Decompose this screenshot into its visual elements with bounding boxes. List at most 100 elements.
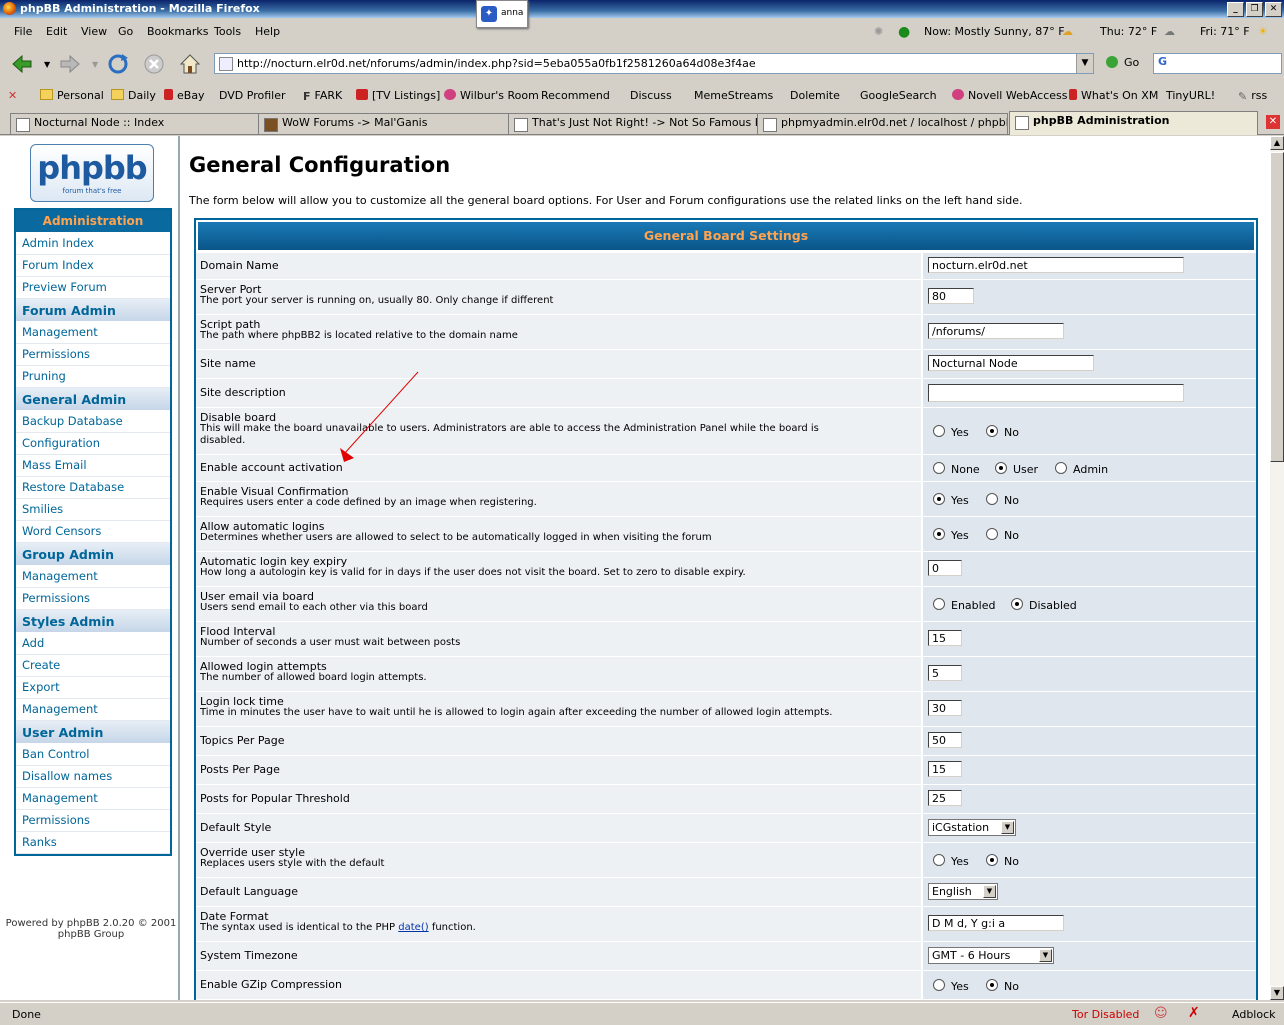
bookmark-discuss[interactable]: Discuss [630,89,672,238]
disable-board-radio-yes[interactable]: Yes [933,425,969,439]
minimize-button[interactable]: _ [1227,2,1244,17]
sidebar-item-mass-email[interactable]: Mass Email [16,455,170,477]
scrollbar-thumb[interactable] [1270,152,1284,462]
search-input[interactable]: G [1153,53,1282,74]
posts-for-popular-threshold-input[interactable]: 25 [928,790,962,806]
sidebar-item-ranks[interactable]: Ranks [16,832,170,854]
bookmark-googlesearch[interactable]: GoogleSearch [860,89,937,238]
menu-view[interactable]: View [81,25,107,38]
default-style-select[interactable]: iCGstation ▼ [928,819,1016,836]
radio-button[interactable] [986,493,998,505]
site-name-input[interactable]: Nocturnal Node [928,355,1094,371]
menu-bookmarks[interactable]: Bookmarks [147,25,208,38]
radio-button[interactable] [986,854,998,866]
allowed-login-attempts-input[interactable]: 5 [928,665,962,681]
sidebar-item-preview-forum[interactable]: Preview Forum [16,277,170,299]
radio-button[interactable] [986,425,998,437]
bookmark-tv-listings[interactable]: [TV Listings] [356,89,440,102]
flood-interval-input[interactable]: 15 [928,630,962,646]
menu-tools[interactable]: Tools [214,25,241,38]
chevron-down-icon[interactable]: ▼ [1001,821,1014,834]
radio-button[interactable] [995,462,1007,474]
scroll-down-icon[interactable]: ▼ [1270,986,1284,1000]
radio-button[interactable] [933,979,945,991]
tab-phpbb-administration[interactable]: phpBB Administration [1009,111,1258,135]
radio-button[interactable] [1055,462,1067,474]
default-language-select[interactable]: English ▼ [928,883,998,900]
phpbb-logo[interactable]: phpbb forum that's free [30,144,154,202]
back-icon[interactable] [10,52,34,76]
posts-per-page-input[interactable]: 15 [928,761,962,777]
sidebar-item-word-censors[interactable]: Word Censors [16,521,170,543]
bookmark-fark[interactable]: F FARK [303,89,342,103]
bookmark-personal[interactable]: Personal [40,89,104,102]
forward-icon[interactable] [58,52,82,76]
menu-edit[interactable]: Edit [46,25,67,38]
sidebar-item-pruning[interactable]: Pruning [16,366,170,388]
system-timezone-select[interactable]: GMT - 6 Hours ▼ [928,947,1054,964]
radio-button[interactable] [933,462,945,474]
sidebar-item-management[interactable]: Management [16,566,170,588]
maximize-button[interactable]: ❐ [1246,2,1263,17]
bookmark-wilburs-room[interactable]: Wilbur's Room [444,89,539,102]
bookmark-ebay[interactable]: eBay [164,89,205,102]
tab-nocturnal-node[interactable]: Nocturnal Node :: Index [10,113,259,134]
scroll-up-icon[interactable]: ▲ [1270,136,1284,150]
reload-icon[interactable] [106,52,130,76]
radio-button[interactable] [933,598,945,610]
tab-thats-just-not-right[interactable]: That's Just Not Right! -> Not So Famous … [508,113,758,134]
radio-button[interactable] [933,528,945,540]
bookmark-recommend[interactable]: Recommend [541,89,610,238]
sidebar-item-ban-control[interactable]: Ban Control [16,744,170,766]
disable-board-radio-no[interactable]: No [986,425,1019,439]
bookmark-dvd-profiler[interactable]: DVD Profiler [219,89,286,238]
sidebar-item-configuration[interactable]: Configuration [16,433,170,455]
enable-account-activation-radio-user[interactable]: User [995,462,1038,476]
sidebar-item-forum-index[interactable]: Forum Index [16,255,170,277]
sidebar-item-permissions[interactable]: Permissions [16,810,170,832]
domain-name-input[interactable]: nocturn.elr0d.net [928,257,1184,273]
user-email-via-board-radio-disabled[interactable]: Disabled [1011,598,1077,612]
forward-dropdown-icon[interactable]: ▼ [92,60,98,69]
sidebar-item-management[interactable]: Management [16,322,170,344]
automatic-login-key-expiry-input[interactable]: 0 [928,560,962,576]
radio-button[interactable] [933,854,945,866]
allow-automatic-logins-radio-yes[interactable]: Yes [933,528,969,542]
url-text[interactable]: http://nocturn.elr0d.net/nforums/admin/i… [237,57,756,70]
url-dropdown-icon[interactable]: ▼ [1076,54,1093,73]
menu-go[interactable]: Go [118,25,133,38]
close-button[interactable]: ✕ [1265,2,1282,17]
go-button[interactable]: Go [1106,56,1139,69]
stop-icon[interactable] [142,52,166,76]
radio-button[interactable] [933,425,945,437]
user-email-via-board-radio-enabled[interactable]: Enabled [933,598,995,612]
enable-visual-confirmation-radio-yes[interactable]: Yes [933,493,969,507]
bookmark-special-icon[interactable]: ✕ [8,89,17,102]
sidebar-item-backup-database[interactable]: Backup Database [16,411,170,433]
sidebar-item-disallow-names[interactable]: Disallow names [16,766,170,788]
bookmark-novell-webaccess[interactable]: Novell WebAccess [952,89,1067,102]
date-format-input[interactable]: D M d, Y g:i a [928,915,1064,931]
back-dropdown-icon[interactable]: ▼ [44,60,50,69]
home-icon[interactable] [178,52,202,76]
smiley-icon[interactable]: ☺ [1154,1006,1168,1021]
site-description-input[interactable] [928,384,1184,402]
chevron-down-icon[interactable]: ▼ [1039,949,1052,962]
bookmark-memestreams[interactable]: MemeStreams [694,89,773,238]
menu-file[interactable]: File [14,25,32,38]
enable-gzip-compression-radio-no[interactable]: No [986,979,1019,993]
tab-wow-forums[interactable]: WoW Forums -> Mal'Ganis [258,113,509,134]
override-user-style-radio-no[interactable]: No [986,854,1019,868]
sidebar-item-permissions[interactable]: Permissions [16,344,170,366]
server-port-input[interactable]: 80 [928,288,974,304]
bookmark-whats-on-xm[interactable]: What's On XM [1069,89,1158,102]
sidebar-item-restore-database[interactable]: Restore Database [16,477,170,499]
radio-button[interactable] [986,979,998,991]
tor-status[interactable]: Tor Disabled [1072,1008,1139,1021]
radio-button[interactable] [986,528,998,540]
menu-help[interactable]: Help [255,25,280,38]
block-icon[interactable]: ✗ [1188,1005,1200,1021]
radio-button[interactable] [1011,598,1023,610]
sidebar-item-create[interactable]: Create [16,655,170,677]
url-bar[interactable]: http://nocturn.elr0d.net/nforums/admin/i… [214,53,1094,74]
